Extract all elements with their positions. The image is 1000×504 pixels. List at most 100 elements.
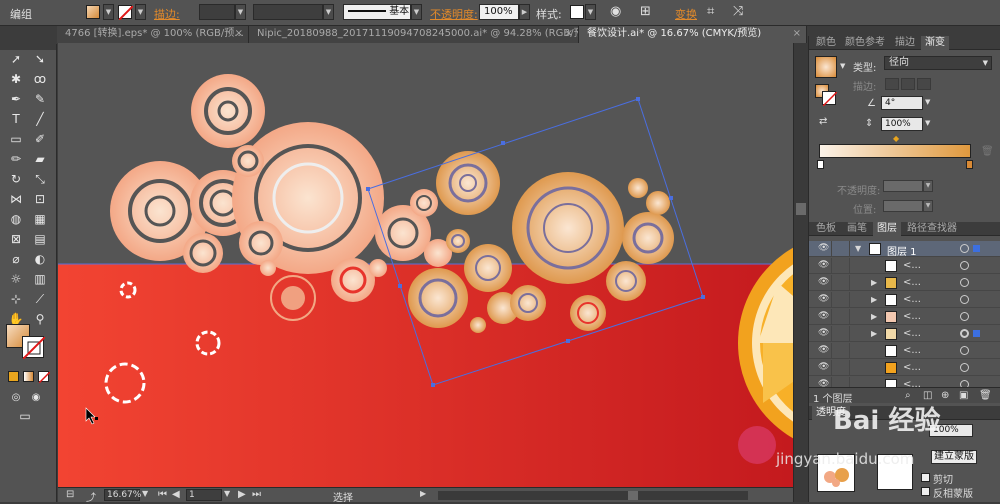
expand-arrow-icon[interactable]: ▶ [871,312,877,321]
tab-document-3[interactable]: 餐饮设计.ai* @ 16.67% (CMYK/预览) × [579,26,807,43]
first-artboard-icon[interactable]: ⏮ [158,489,167,500]
width-tool-icon[interactable]: ⋈ [6,190,26,208]
pencil-tool-icon[interactable]: ✏ [6,150,26,168]
direct-selection-tool-icon[interactable]: ➘ [30,50,50,68]
sublayer-row-4[interactable]: 👁 ▶ <... [809,309,1000,325]
scale-tool-icon[interactable]: ⤡ [30,170,50,188]
zoom-field[interactable]: 16.67% [104,489,141,501]
mask-thumbnail[interactable] [877,454,913,490]
gradient-tool-icon[interactable]: ▤ [30,230,50,248]
graphic-style-arrow[interactable]: ▼ [585,4,596,20]
arrange-icon[interactable]: ⤨ [733,4,743,19]
layer-target-icon[interactable] [960,346,969,355]
tab-color[interactable]: 颜色 [812,36,840,50]
sublayer-row-1[interactable]: 👁 <... [809,258,1000,274]
rectangle-tool-icon[interactable]: ▭ [6,130,26,148]
artboard-canvas[interactable] [58,43,793,487]
previous-artboard-icon[interactable]: ◀ [172,489,180,500]
stroke-gradient-option-2[interactable] [901,78,915,90]
lasso-tool-icon[interactable]: ꝏ [30,70,50,88]
gradient-midpoint-icon[interactable]: ◆ [893,134,899,143]
sublayer-row-3[interactable]: 👁 ▶ <... [809,292,1000,308]
new-layer-icon[interactable]: ▣ [959,390,968,401]
layer-row-main[interactable]: 👁 ▼ 图层 1 [809,241,1000,258]
status-menu-arrow[interactable]: ▶ [420,489,426,498]
stroke-indicator[interactable] [822,91,837,106]
stroke-dropdown-arrow[interactable]: ▼ [135,4,146,20]
layer-target-icon[interactable] [960,244,969,253]
gradient-mode-button[interactable] [23,371,34,382]
new-sublayer-icon[interactable]: ⊕ [941,390,949,401]
stroke-swatch[interactable] [118,5,133,20]
stroke-weight-field[interactable] [199,4,235,20]
angle-field[interactable]: 4° [881,96,923,110]
visibility-eye-icon[interactable]: 👁 [818,277,829,287]
tab-gradient[interactable]: 渐变 [921,36,949,50]
slice-tool-icon[interactable]: ⟋ [30,290,50,308]
tab-transparency[interactable]: 透明度 [812,406,850,420]
transform-label[interactable]: 变换 [675,6,697,22]
expand-arrow-icon[interactable]: ▶ [871,295,877,304]
symbol-sprayer-tool-icon[interactable]: ☼ [6,270,26,288]
brush-style-arrow[interactable]: ▼ [411,4,422,20]
none-mode-button[interactable] [38,371,50,383]
visibility-eye-icon[interactable]: 👁 [818,260,829,270]
eraser-tool-icon[interactable]: ▰ [30,150,50,168]
tab-layers[interactable]: 图层 [873,222,901,236]
expand-arrow-icon[interactable]: ▶ [871,278,877,287]
visibility-eye-icon[interactable]: 👁 [818,328,829,338]
graph-tool-icon[interactable]: ▥ [30,270,50,288]
selection-tool-icon[interactable]: ➚ [6,50,26,68]
recolor-icon[interactable]: ◉ [610,4,621,19]
isolate-icon[interactable]: ⌗ [707,4,714,19]
expand-arrow-icon[interactable]: ▶ [871,329,877,338]
layer-name[interactable]: 图层 1 [887,243,917,258]
artboard-tool-icon[interactable]: ⊹ [6,290,26,308]
zoom-tool-icon[interactable]: ⚲ [30,310,50,328]
layer-target-icon[interactable] [960,261,969,270]
transparency-opacity-field[interactable]: 100% [929,424,973,437]
brush-style-dropdown[interactable]: 基本 [343,4,411,20]
chevron-down-icon[interactable]: ▼ [923,180,933,192]
opacity-arrow[interactable]: ▶ [519,4,530,20]
blend-tool-icon[interactable]: ◐ [30,250,50,268]
expand-arrow-icon[interactable]: ▼ [855,244,861,253]
horizontal-scroll-thumb[interactable] [628,491,638,500]
color-mode-button[interactable] [8,371,19,382]
reverse-gradient-icon[interactable]: ⇄ [819,116,827,127]
stroke-gradient-option-1[interactable] [885,78,899,90]
gradient-opacity-field[interactable] [883,180,923,192]
rotate-tool-icon[interactable]: ↻ [6,170,26,188]
eyedropper-tool-icon[interactable]: ⌀ [6,250,26,268]
trash-icon[interactable]: 🗑 [981,146,994,157]
vertical-scrollbar[interactable] [793,43,808,502]
stroke-label[interactable]: 描边: [154,6,180,22]
type-tool-icon[interactable]: T [6,110,26,128]
trash-icon[interactable]: 🗑 [979,390,992,401]
sublayer-row-2[interactable]: 👁 ▶ <... [809,275,1000,291]
draw-behind-icon[interactable]: ◉ [26,389,46,407]
paintbrush-tool-icon[interactable]: ✐ [30,130,50,148]
layer-target-icon[interactable] [960,363,969,372]
angle-dropdown-arrow[interactable]: ▼ [925,98,930,106]
variable-width-dropdown[interactable] [253,4,323,20]
gradient-slider[interactable] [819,144,971,158]
shape-builder-tool-icon[interactable]: ◍ [6,210,26,228]
layer-target-icon[interactable] [960,278,969,287]
tab-document-2[interactable]: Nipic_20180988_20171119094708245000.ai* … [249,26,579,43]
visibility-eye-icon[interactable]: 👁 [818,243,829,253]
close-icon[interactable]: × [565,26,573,42]
make-clipping-mask-icon[interactable]: ◫ [923,390,932,401]
stroke-gradient-option-3[interactable] [917,78,931,90]
gradient-position-field[interactable] [883,200,923,212]
zoom-dropdown-arrow[interactable]: ▼ [142,489,148,498]
invert-mask-checkbox[interactable] [921,487,930,496]
tab-stroke[interactable]: 描边 [891,36,919,50]
gradient-stop-start[interactable] [817,160,824,169]
screen-mode-icon[interactable]: ▭ [15,407,35,425]
tab-swatches[interactable]: 色板 [812,222,840,236]
close-icon[interactable]: × [793,26,801,42]
layer-target-icon[interactable] [960,295,969,304]
tab-color-guide[interactable]: 颜色参考 [841,36,889,50]
selection-indicator[interactable] [973,330,980,337]
